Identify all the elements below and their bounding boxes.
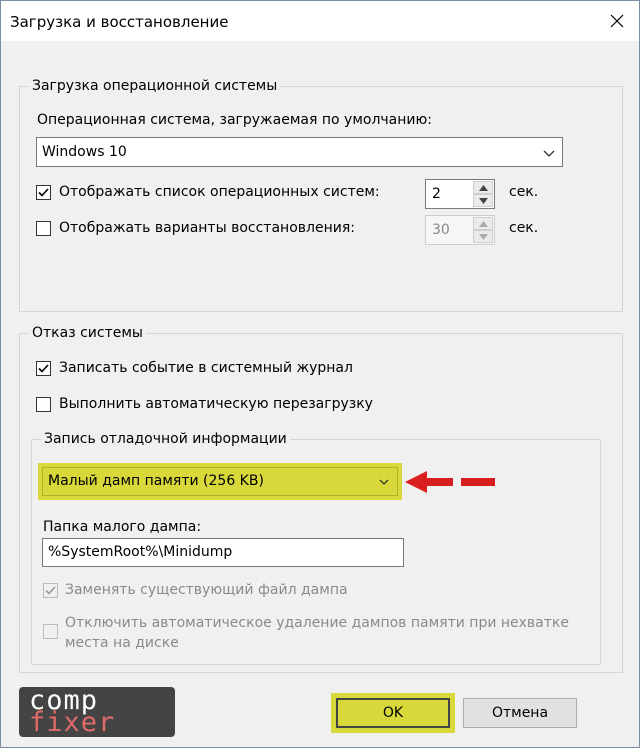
auto-restart-label[interactable]: Выполнить автоматическую перезагрузку — [59, 396, 373, 412]
debug-info-group-label: Запись отладочной информации — [44, 431, 287, 447]
dialog-window: Загрузка и восстановление Загрузка опера… — [0, 0, 640, 748]
arrow-down-icon — [479, 234, 488, 240]
checkmark-icon — [38, 188, 49, 197]
red-arrow-annotation — [405, 471, 495, 493]
chevron-down-icon — [379, 479, 389, 485]
arrow-down-icon — [479, 198, 488, 204]
compfixer-logo: comp fixer — [19, 685, 175, 738]
cancel-button[interactable]: Отмена — [463, 698, 577, 728]
dump-type-select[interactable]: Малый дамп памяти (256 KB) — [42, 467, 398, 496]
window-title: Загрузка и восстановление — [10, 13, 229, 31]
default-os-label: Операционная система, загружаемая по умо… — [37, 112, 433, 128]
close-icon[interactable] — [603, 7, 631, 35]
chevron-down-icon — [543, 150, 555, 157]
disable-autodelete-label-line2[interactable]: места на диске — [65, 635, 179, 651]
ok-button[interactable]: OK — [336, 698, 450, 728]
disable-autodelete-checkbox[interactable] — [43, 624, 58, 639]
title-bar: Загрузка и восстановление — [1, 1, 639, 41]
show-recovery-unit: сек. — [509, 220, 539, 236]
startup-group-label: Загрузка операционной системы — [32, 78, 278, 94]
dump-folder-value: %SystemRoot%\Minidump — [48, 544, 233, 560]
dump-folder-label: Папка малого дампа: — [43, 519, 202, 535]
system-failure-group-label: Отказ системы — [32, 325, 143, 341]
dump-folder-input[interactable]: %SystemRoot%\Minidump — [42, 538, 404, 567]
dump-type-value: Малый дамп памяти (256 KB) — [48, 473, 264, 489]
show-os-list-checkbox[interactable] — [36, 185, 51, 200]
auto-restart-checkbox[interactable] — [36, 397, 51, 412]
show-os-list-label[interactable]: Отображать список операционных систем: — [59, 184, 380, 200]
show-recovery-label[interactable]: Отображать варианты восстановления: — [59, 220, 355, 236]
disable-autodelete-label-line1[interactable]: Отключить автоматическое удаление дампов… — [65, 615, 569, 631]
show-os-list-unit: сек. — [509, 184, 539, 200]
logo-text-fixer: fixer — [29, 707, 116, 738]
show-recovery-checkbox[interactable] — [36, 221, 51, 236]
arrow-up-icon — [479, 185, 488, 191]
default-os-select[interactable]: Windows 10 — [36, 137, 563, 167]
write-event-label[interactable]: Записать событие в системный журнал — [59, 360, 353, 376]
show-recovery-time-value: 30 — [432, 222, 450, 238]
checkmark-icon — [38, 364, 49, 373]
spin-down-button[interactable] — [473, 194, 493, 207]
checkmark-icon — [45, 586, 56, 595]
arrow-up-icon — [479, 221, 488, 227]
write-event-checkbox[interactable] — [36, 361, 51, 376]
default-os-value: Windows 10 — [42, 144, 127, 160]
overwrite-dump-label[interactable]: Заменять существующий файл дампа — [65, 582, 348, 598]
spin-up-button[interactable] — [473, 181, 493, 194]
overwrite-dump-checkbox[interactable] — [43, 583, 58, 598]
show-recovery-time-spinner[interactable]: 30 — [425, 215, 495, 245]
spin-down-button[interactable] — [473, 230, 493, 243]
show-os-list-time-value: 2 — [432, 186, 441, 202]
show-os-list-time-spinner[interactable]: 2 — [425, 179, 495, 209]
spin-up-button[interactable] — [473, 217, 493, 230]
